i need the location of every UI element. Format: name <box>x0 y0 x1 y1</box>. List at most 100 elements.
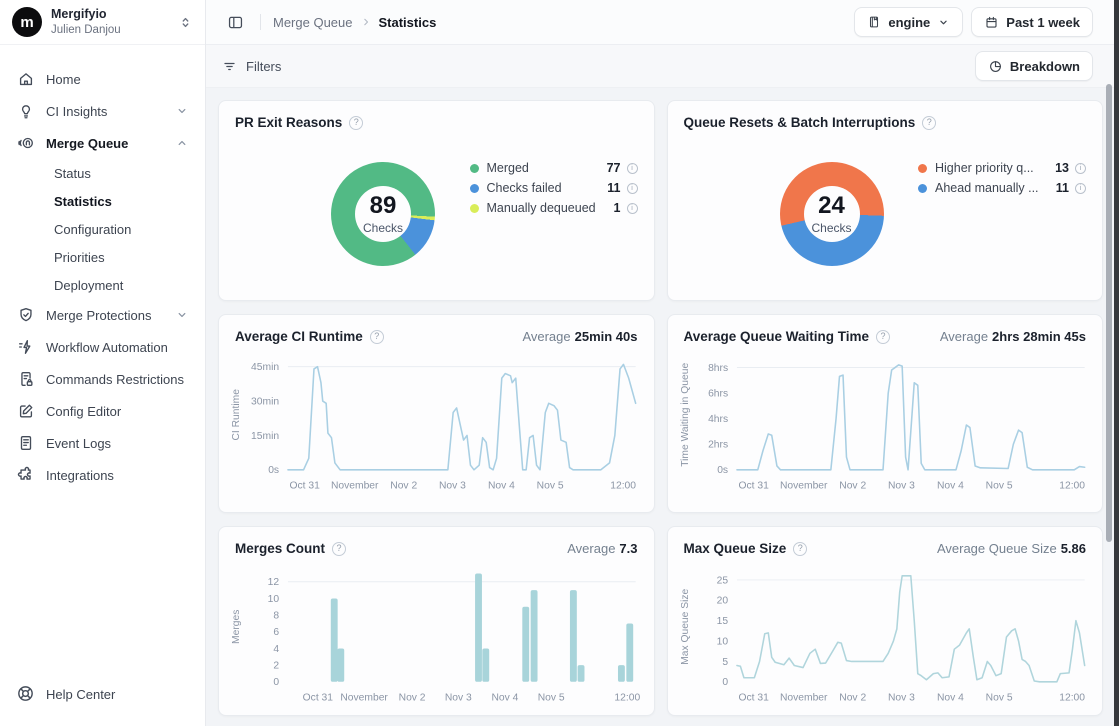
bar-chart-merges-count[interactable]: 024681012Oct 31NovemberNov 2Nov 3Nov 4No… <box>219 556 654 709</box>
sidebar-item-merge-protections[interactable]: Merge Protections <box>8 299 197 331</box>
dashboard-grid: PR Exit Reasons ? 89 Checks Merged <box>206 88 1119 726</box>
lifebuoy-icon <box>16 684 36 704</box>
sidebar-item-priorities[interactable]: Priorities <box>46 243 197 271</box>
svg-text:Oct 31: Oct 31 <box>289 480 320 491</box>
donut-chart-pr-exit-reasons[interactable]: 89 Checks <box>331 162 435 266</box>
svg-text:6hrs: 6hrs <box>708 388 728 399</box>
svg-text:November: November <box>331 480 379 491</box>
sidebar-item-label: Merge Protections <box>46 308 152 323</box>
legend-label: Ahead manually ... <box>935 181 1039 195</box>
sidebar-item-config-editor[interactable]: Config Editor <box>8 395 197 427</box>
line-chart-average-queue-waiting-time[interactable]: 0s2hrs4hrs6hrs8hrsOct 31NovemberNov 2Nov… <box>668 344 1103 497</box>
legend-item-manually-dequeued[interactable]: Manually dequeued 1 i <box>470 198 638 218</box>
donut-chart-queue-resets[interactable]: 24 Checks <box>780 162 884 266</box>
info-icon[interactable]: i <box>627 183 638 194</box>
home-icon <box>16 70 35 89</box>
sidebar-item-ci-insights[interactable]: CI Insights <box>8 95 197 127</box>
sidebar-item-statistics[interactable]: Statistics <box>46 187 197 215</box>
sidebar-nav: Home CI Insights Merge Queue Status Stat… <box>0 45 205 672</box>
sidebar-item-integrations[interactable]: Integrations <box>8 459 197 491</box>
sidebar-item-status[interactable]: Status <box>46 159 197 187</box>
help-tooltip-icon[interactable]: ? <box>922 116 936 130</box>
svg-text:Time Waiting in Queue: Time Waiting in Queue <box>679 363 690 467</box>
repository-select[interactable]: engine <box>854 7 963 37</box>
sidebar-item-workflow-automation[interactable]: Workflow Automation <box>8 331 197 363</box>
chevron-down-icon <box>937 16 950 29</box>
svg-text:Nov 2: Nov 2 <box>839 480 866 491</box>
line-chart-max-queue-size[interactable]: 0510152025Oct 31NovemberNov 2Nov 3Nov 4N… <box>668 556 1103 709</box>
legend-value: 13 <box>1055 161 1069 175</box>
svg-text:15min: 15min <box>251 431 279 442</box>
help-tooltip-icon[interactable]: ? <box>793 542 807 556</box>
line-chart-average-ci-runtime[interactable]: 0s15min30min45minOct 31NovemberNov 2Nov … <box>219 344 654 497</box>
org-switcher[interactable]: m Mergifyio Julien Danjou <box>0 0 205 45</box>
legend-value: 1 <box>614 201 621 215</box>
chevron-right-icon <box>360 16 372 28</box>
svg-text:30min: 30min <box>251 396 279 407</box>
card-title: Merges Count <box>235 541 325 556</box>
svg-text:12:00: 12:00 <box>1059 692 1085 703</box>
svg-text:4: 4 <box>273 644 279 655</box>
info-icon[interactable]: i <box>1075 183 1086 194</box>
date-range-button[interactable]: Past 1 week <box>971 7 1093 37</box>
breadcrumb: Merge Queue Statistics <box>273 15 436 30</box>
sidebar-item-deployment[interactable]: Deployment <box>46 271 197 299</box>
sidebar-toggle-button[interactable] <box>222 9 248 35</box>
help-tooltip-icon[interactable]: ? <box>370 330 384 344</box>
scrollbar-thumb[interactable] <box>1106 84 1112 542</box>
legend-item-higher-priority[interactable]: Higher priority q... 13 i <box>918 158 1086 178</box>
sidebar-item-commands-restrictions[interactable]: Commands Restrictions <box>8 363 197 395</box>
sidebar-item-merge-queue[interactable]: Merge Queue <box>8 127 197 159</box>
filter-bar: Filters Breakdown <box>206 45 1119 88</box>
help-tooltip-icon[interactable]: ? <box>876 330 890 344</box>
sidebar-item-label: Event Logs <box>46 436 111 451</box>
info-icon[interactable]: i <box>627 203 638 214</box>
legend-dot <box>470 164 479 173</box>
svg-text:25: 25 <box>716 575 728 586</box>
sidebar-item-configuration[interactable]: Configuration <box>46 215 197 243</box>
sidebar-item-home[interactable]: Home <box>8 63 197 95</box>
card-title: Max Queue Size <box>684 541 787 556</box>
breakdown-label: Breakdown <box>1010 59 1080 74</box>
svg-text:Nov 3: Nov 3 <box>439 480 466 491</box>
help-tooltip-icon[interactable]: ? <box>332 542 346 556</box>
breakdown-button[interactable]: Breakdown <box>975 51 1093 81</box>
legend-item-merged[interactable]: Merged 77 i <box>470 158 638 178</box>
puzzle-icon <box>16 466 35 485</box>
legend-dot <box>918 164 927 173</box>
legend-item-ahead-manually[interactable]: Ahead manually ... 11 i <box>918 178 1086 198</box>
info-icon[interactable]: i <box>627 163 638 174</box>
sidebar-item-label: Commands Restrictions <box>46 372 184 387</box>
help-tooltip-icon[interactable]: ? <box>349 116 363 130</box>
card-title: Average CI Runtime <box>235 329 363 344</box>
svg-text:8: 8 <box>273 611 279 622</box>
legend-value: 77 <box>607 161 621 175</box>
average-readout: Average25min 40s <box>522 329 637 344</box>
sidebar-item-label: Priorities <box>54 250 105 265</box>
sidebar-item-label: Configuration <box>54 222 131 237</box>
document-lines-icon <box>16 434 35 453</box>
info-icon[interactable]: i <box>1075 163 1086 174</box>
legend-item-checks-failed[interactable]: Checks failed 11 i <box>470 178 638 198</box>
svg-text:Nov 5: Nov 5 <box>985 480 1012 491</box>
card-title: Queue Resets & Batch Interruptions <box>684 115 916 130</box>
lightbulb-icon <box>16 102 35 121</box>
pie-chart-icon <box>988 59 1003 74</box>
shield-check-icon <box>16 306 35 325</box>
breadcrumb-merge-queue[interactable]: Merge Queue <box>273 15 353 30</box>
legend-dot <box>470 184 479 193</box>
donut-center-value: 24 <box>818 194 845 218</box>
org-name: Mergifyio <box>51 7 121 23</box>
legend-label: Higher priority q... <box>935 161 1034 175</box>
legend-label: Merged <box>487 161 529 175</box>
sidebar-item-label: CI Insights <box>46 104 107 119</box>
filters-button[interactable]: Filters <box>222 59 281 74</box>
svg-text:5: 5 <box>722 657 728 668</box>
svg-text:2hrs: 2hrs <box>708 440 728 451</box>
sidebar-item-event-logs[interactable]: Event Logs <box>8 427 197 459</box>
help-center-button[interactable]: Help Center <box>16 684 189 704</box>
svg-text:Nov 5: Nov 5 <box>538 692 565 703</box>
sidebar-item-label: Home <box>46 72 81 87</box>
sidebar-item-label: Merge Queue <box>46 136 128 151</box>
svg-text:Nov 3: Nov 3 <box>445 692 472 703</box>
